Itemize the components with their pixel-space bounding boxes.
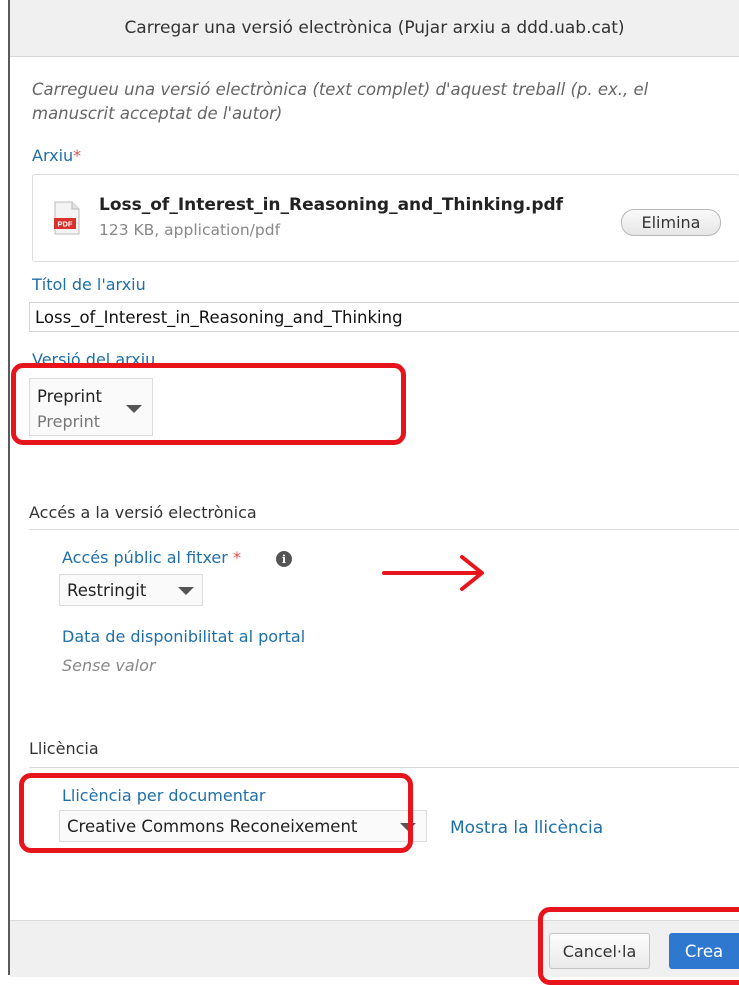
public-access-label: Accés públic al fitxer * <box>62 548 241 567</box>
dialog-title: Carregar una versió electrònica (Pujar a… <box>124 18 625 38</box>
pdf-file-icon: PDF <box>54 201 80 235</box>
required-asterisk: * <box>73 146 82 165</box>
show-license-link[interactable]: Mostra la llicència <box>450 818 603 838</box>
file-title-label: Títol de l'arxiu <box>32 275 146 294</box>
annotation-arrow-icon <box>382 555 484 591</box>
file-name: Loss_of_Interest_in_Reasoning_and_Thinki… <box>99 195 564 215</box>
required-asterisk: * <box>232 548 241 567</box>
upload-dialog: Carregar una versió electrònica (Pujar a… <box>0 0 739 985</box>
annotation-box-version <box>11 363 406 445</box>
chevron-down-icon <box>178 587 194 595</box>
pdf-icon-text: PDF <box>58 220 73 229</box>
license-heading: Llicència <box>29 739 99 758</box>
public-access-label-text: Accés públic al fitxer <box>62 548 228 567</box>
access-heading: Accés a la versió electrònica <box>29 503 257 522</box>
dialog-intro: Carregueu una versió electrònica (text c… <box>32 80 649 123</box>
license-divider <box>29 767 739 768</box>
availability-date-label: Data de disponibilitat al portal <box>62 627 306 646</box>
window-edge <box>8 0 10 975</box>
file-meta: 123 KB, application/pdf <box>99 221 281 239</box>
annotation-box-buttons <box>538 907 739 985</box>
remove-file-button[interactable]: Elimina <box>621 209 721 236</box>
file-title-input[interactable]: Loss_of_Interest_in_Reasoning_and_Thinki… <box>29 302 739 332</box>
access-divider <box>29 529 739 530</box>
file-label: Arxiu* <box>32 146 81 165</box>
public-access-value: Restringit <box>67 581 147 600</box>
public-access-select[interactable]: Restringit <box>59 574 203 606</box>
info-icon[interactable]: i <box>276 551 292 567</box>
file-label-text: Arxiu <box>32 146 74 165</box>
dialog-titlebar: Carregar una versió electrònica (Pujar a… <box>10 0 739 57</box>
file-attachment: PDF Loss_of_Interest_in_Reasoning_and_Th… <box>32 174 739 262</box>
availability-date-value: Sense valor <box>62 656 156 675</box>
annotation-box-license <box>19 773 413 853</box>
